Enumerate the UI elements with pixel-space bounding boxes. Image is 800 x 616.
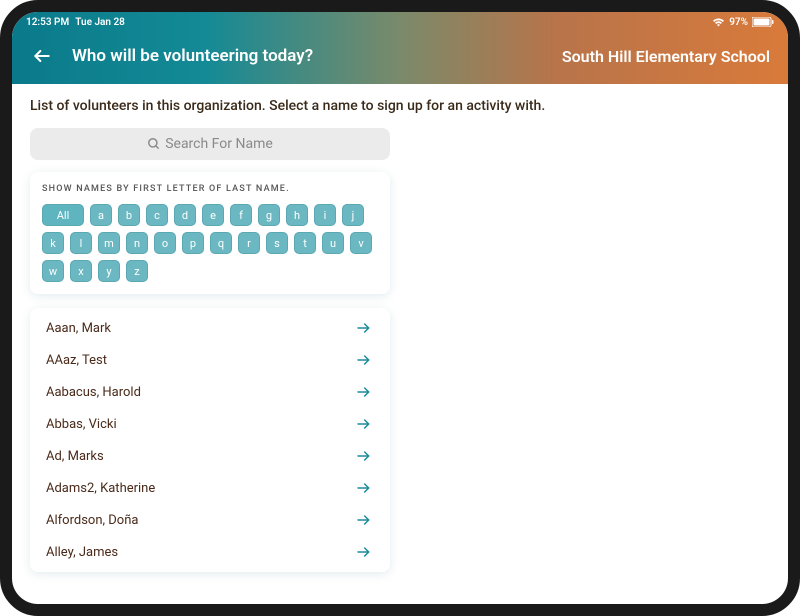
battery-icon [752, 17, 774, 27]
volunteer-list: Aaan, Mark AAaz, Test Aabacus, Harold Abbas… [30, 308, 390, 572]
letter-filter-u[interactable]: u [322, 232, 344, 254]
letter-filter-card: SHOW NAMES BY FIRST LETTER OF LAST NAME.… [30, 172, 390, 294]
search-icon [147, 137, 161, 151]
arrow-right-icon [354, 320, 374, 336]
tablet-frame: 12:53 PM Tue Jan 28 97% Who will be volu… [0, 0, 800, 616]
volunteer-name: Ad, Marks [46, 449, 104, 464]
volunteer-row[interactable]: Alfordson, Doña [30, 504, 390, 536]
letter-filter-a[interactable]: a [90, 204, 112, 226]
status-time: 12:53 PM [26, 17, 69, 28]
volunteer-name: Adams2, Katherine [46, 481, 155, 496]
content-area: List of volunteers in this organization.… [12, 84, 788, 592]
letter-filter-g[interactable]: g [258, 204, 280, 226]
back-button[interactable] [30, 44, 54, 68]
letter-filter-b[interactable]: b [118, 204, 140, 226]
volunteer-row[interactable]: Ad, Marks [30, 440, 390, 472]
volunteer-row[interactable]: Adams2, Katherine [30, 472, 390, 504]
letter-filter-i[interactable]: i [314, 204, 336, 226]
letter-filter-t[interactable]: t [294, 232, 316, 254]
arrow-right-icon [354, 352, 374, 368]
letter-filter-d[interactable]: d [174, 204, 196, 226]
letter-filter-k[interactable]: k [42, 232, 64, 254]
letter-filter-r[interactable]: r [238, 232, 260, 254]
letter-filter-s[interactable]: s [266, 232, 288, 254]
letter-filter-f[interactable]: f [230, 204, 252, 226]
letter-filter-o[interactable]: o [154, 232, 176, 254]
wifi-icon [712, 17, 725, 27]
back-arrow-icon [32, 46, 52, 66]
status-bar: 12:53 PM Tue Jan 28 97% [12, 12, 788, 32]
volunteer-row[interactable]: Aabacus, Harold [30, 376, 390, 408]
letter-filter-n[interactable]: n [126, 232, 148, 254]
volunteer-name: AAaz, Test [46, 353, 107, 368]
letter-filter-p[interactable]: p [182, 232, 204, 254]
letter-grid: Allabcdefghij klmnopqrstuv wxyz [42, 204, 378, 282]
battery-percent: 97% [729, 17, 748, 28]
letter-filter-j[interactable]: j [342, 204, 364, 226]
search-placeholder: Search For Name [165, 136, 273, 152]
filter-label: SHOW NAMES BY FIRST LETTER OF LAST NAME. [42, 184, 378, 194]
volunteer-row[interactable]: Alley, James [30, 536, 390, 568]
search-input[interactable]: Search For Name [30, 128, 390, 160]
letter-filter-c[interactable]: c [146, 204, 168, 226]
volunteer-name: Alfordson, Doña [46, 513, 138, 528]
arrow-right-icon [354, 416, 374, 432]
volunteer-row[interactable]: Aaan, Mark [30, 312, 390, 344]
letter-filter-h[interactable]: h [286, 204, 308, 226]
arrow-right-icon [354, 512, 374, 528]
letter-filter-q[interactable]: q [210, 232, 232, 254]
page-title: Who will be volunteering today? [72, 46, 313, 66]
letter-filter-x[interactable]: x [70, 260, 92, 282]
volunteer-name: Aabacus, Harold [46, 385, 141, 400]
letter-filter-all[interactable]: All [42, 204, 84, 226]
school-name: South Hill Elementary School [562, 47, 770, 66]
letter-filter-m[interactable]: m [98, 232, 120, 254]
status-date: Tue Jan 28 [75, 17, 125, 28]
screen: 12:53 PM Tue Jan 28 97% Who will be volu… [12, 12, 788, 604]
volunteer-name: Alley, James [46, 545, 118, 560]
instruction-text: List of volunteers in this organization.… [30, 98, 770, 114]
header-bar: Who will be volunteering today? South Hi… [12, 32, 788, 84]
arrow-right-icon [354, 480, 374, 496]
letter-filter-w[interactable]: w [42, 260, 64, 282]
header-area: 12:53 PM Tue Jan 28 97% Who will be volu… [12, 12, 788, 84]
letter-filter-z[interactable]: z [126, 260, 148, 282]
letter-filter-y[interactable]: y [98, 260, 120, 282]
arrow-right-icon [354, 544, 374, 560]
volunteer-name: Aaan, Mark [46, 321, 111, 336]
volunteer-name: Abbas, Vicki [46, 417, 117, 432]
letter-filter-l[interactable]: l [70, 232, 92, 254]
volunteer-row[interactable]: Abbas, Vicki [30, 408, 390, 440]
letter-filter-e[interactable]: e [202, 204, 224, 226]
arrow-right-icon [354, 384, 374, 400]
arrow-right-icon [354, 448, 374, 464]
volunteer-row[interactable]: AAaz, Test [30, 344, 390, 376]
letter-filter-v[interactable]: v [350, 232, 372, 254]
